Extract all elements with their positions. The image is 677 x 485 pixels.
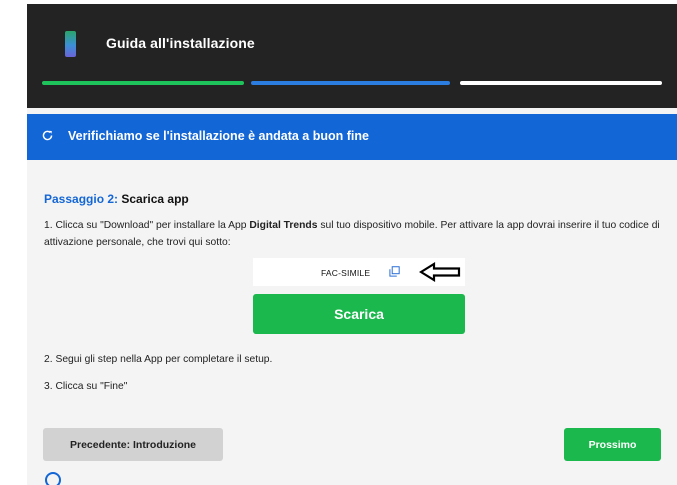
progress-bar — [42, 81, 662, 85]
progress-segment-completed — [42, 81, 244, 85]
instruction-setup: 2. Segui gli step nella App per completa… — [44, 354, 273, 365]
step-heading: Passaggio 2: Scarica app — [44, 192, 189, 206]
activation-code-box: FAC-SIMILE — [253, 258, 465, 286]
banner-text: Verifichiamo se l'installazione è andata… — [68, 129, 369, 143]
instruction-text: 1. Clicca su "Download" per installare l… — [44, 220, 250, 231]
app-name: Digital Trends — [249, 220, 318, 231]
header-bar: Guida all'installazione — [27, 4, 677, 108]
activation-code: FAC-SIMILE — [321, 268, 371, 278]
next-button[interactable]: Prossimo — [564, 428, 661, 461]
copy-icon[interactable] — [389, 266, 400, 277]
arrow-left-icon — [419, 262, 461, 282]
help-icon[interactable] — [45, 472, 61, 485]
progress-segment-upcoming — [460, 81, 662, 85]
smartphone-icon — [65, 31, 76, 57]
progress-segment-current — [251, 81, 450, 85]
status-banner: Verifichiamo se l'installazione è andata… — [27, 114, 677, 160]
instruction-download: 1. Clicca su "Download" per installare l… — [44, 217, 664, 251]
previous-button[interactable]: Precedente: Introduzione — [43, 428, 223, 461]
step-name: Scarica app — [118, 192, 189, 206]
refresh-icon — [42, 130, 53, 141]
install-guide-panel: Guida all'installazione Verifichiamo se … — [27, 4, 677, 485]
instruction-finish: 3. Clicca su "Fine" — [44, 381, 128, 392]
page-title: Guida all'installazione — [106, 35, 255, 51]
step-number: Passaggio 2: — [44, 192, 119, 206]
download-button[interactable]: Scarica — [253, 294, 465, 334]
